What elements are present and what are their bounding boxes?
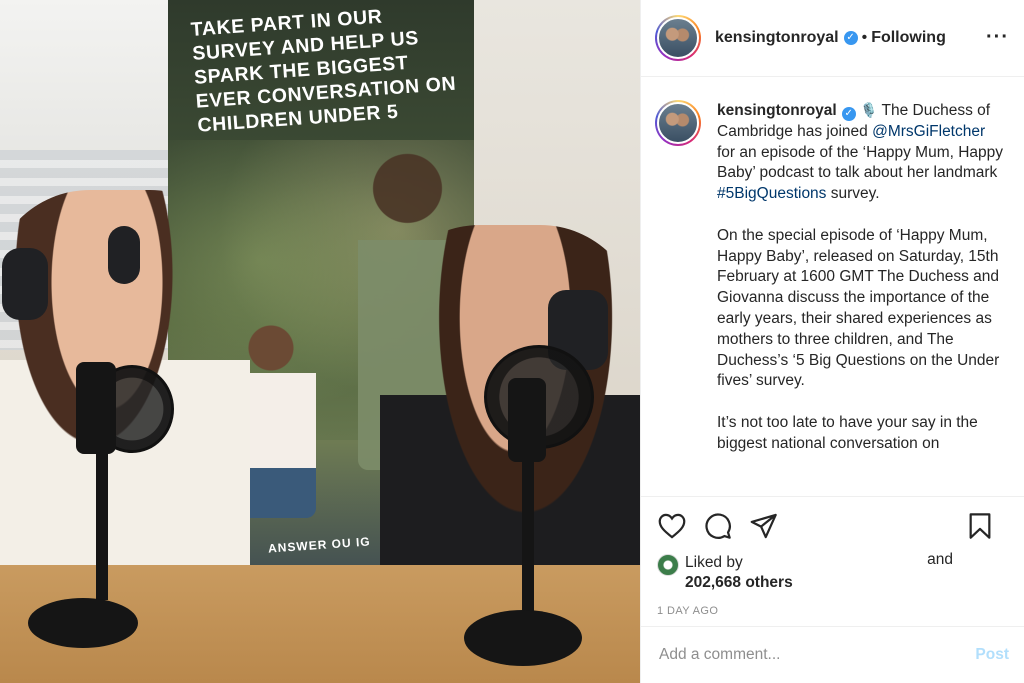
microphone-left-icon	[76, 362, 116, 454]
caption-part-2: for an episode of the ‘Happy Mum, Happy …	[717, 143, 1004, 182]
likes-count[interactable]: 202,668 others	[685, 573, 985, 593]
banner-headline: TAKE PART IN OUR SURVEY AND HELP US SPAR…	[190, 5, 457, 137]
likes-summary: Liked by 202,668 others	[657, 553, 1009, 593]
caption-username[interactable]: kensingtonroyal	[717, 102, 837, 119]
caption-part-3: survey.	[826, 185, 880, 203]
mic-stand-right	[522, 460, 534, 620]
headphone-left-far-icon	[108, 226, 140, 284]
caption-text: kensingtonroyal ✓ 🎙️ The Duchess of Cambr…	[717, 100, 1007, 496]
caption-section[interactable]: kensingtonroyal ✓ 🎙️ The Duchess of Cambr…	[641, 78, 1024, 496]
following-button[interactable]: Following	[871, 29, 946, 47]
comment-icon[interactable]	[703, 511, 733, 541]
header-separator: •	[861, 29, 868, 46]
caption-paragraph-2: On the special episode of ‘Happy Mum, Ha…	[717, 226, 1000, 390]
liked-by-label: Liked by	[685, 554, 743, 571]
liker-avatar[interactable]	[657, 554, 679, 576]
post-photo[interactable]: TAKE PART IN OUR SURVEY AND HELP US SPAR…	[0, 0, 640, 683]
post-timestamp[interactable]: 1 DAY AGO	[657, 605, 1009, 617]
post-side-panel: kensingtonroyal ✓ • Following ··· kensin…	[640, 0, 1024, 683]
header-username[interactable]: kensingtonroyal	[715, 29, 839, 47]
heart-icon[interactable]	[657, 511, 687, 541]
caption-verified-badge-icon: ✓	[841, 107, 856, 121]
post-header: kensingtonroyal ✓ • Following ···	[641, 0, 1024, 77]
comment-bar: Post	[641, 626, 1024, 683]
avatar-image	[657, 17, 699, 59]
post-button[interactable]: Post	[975, 646, 1009, 664]
caption-paragraph-3: It’s not too late to have your say in th…	[717, 413, 978, 452]
mention-link[interactable]: @MrsGiFletcher	[872, 123, 985, 140]
microphone-right-icon	[508, 378, 546, 462]
likes-and-label: and	[927, 551, 953, 568]
mic-base-right	[464, 610, 582, 666]
share-icon[interactable]	[749, 511, 779, 541]
caption-avatar[interactable]	[655, 100, 701, 146]
bookmark-icon[interactable]	[965, 511, 995, 541]
action-icons	[657, 511, 1009, 541]
action-section: Liked by 202,668 others and 1 DAY AGO	[641, 496, 1024, 626]
microphone-emoji-icon: 🎙️	[860, 102, 878, 118]
mic-base-left	[28, 598, 138, 648]
mic-stand-left	[96, 450, 108, 600]
headphone-left-icon	[2, 248, 48, 320]
more-options-icon[interactable]: ···	[986, 26, 1009, 49]
comment-input[interactable]	[659, 646, 976, 664]
verified-badge-icon: ✓	[843, 31, 858, 45]
hashtag-link[interactable]: #5BigQuestions	[717, 185, 826, 202]
caption-avatar-image	[657, 102, 699, 144]
profile-avatar[interactable]	[655, 15, 701, 61]
banner-footer-text: ANSWER OU IG	[267, 534, 372, 556]
